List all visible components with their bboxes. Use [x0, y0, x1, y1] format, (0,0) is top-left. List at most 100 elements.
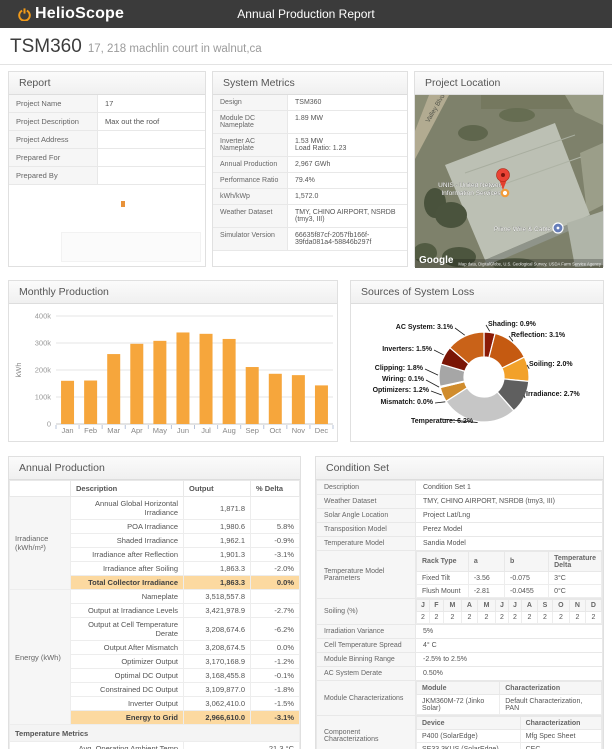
ap-output: 3,062,410.0: [183, 696, 251, 711]
field-label: Project Name: [9, 95, 98, 113]
cs-nested-header: Module: [415, 681, 501, 695]
bar-Jul: [199, 333, 213, 424]
cs-label: AC System Derate: [316, 666, 416, 681]
cs-label: Transposition Model: [316, 522, 416, 537]
svg-text:300k: 300k: [35, 339, 52, 348]
cs-row: Solar Angle Location Project Lat/Lng: [316, 508, 603, 523]
project-location-panel: Project Location Valley Blvd UNIS - Unit…: [414, 71, 604, 268]
ap-output: 1,962.1: [183, 533, 251, 548]
field-row: Performance Ratio 79.4%: [213, 172, 407, 189]
cs-row: Module Characterizations Module Characteri…: [316, 680, 603, 716]
map-marker1-label-line2: Information Services: [441, 190, 501, 197]
cs-nested-header: S: [536, 599, 553, 612]
cs-label: Module Binning Range: [316, 652, 416, 667]
cs-row: Irradiation Variance 5%: [316, 624, 603, 639]
svg-text:0: 0: [47, 420, 51, 429]
cs-nested-cell: 2: [476, 611, 497, 624]
ap-desc: Optimal DC Output: [70, 668, 184, 683]
project-location-title: Project Location: [415, 72, 603, 95]
cs-nested-cell: 2: [520, 611, 538, 624]
cs-nested-cell: Mfg Spec Sheet: [519, 729, 603, 743]
system-metrics-table: Design TSM360 Module DC Nameplate 1.89 MW In…: [213, 95, 407, 251]
cs-nested-cell: -0.0455: [503, 584, 550, 598]
field-row: Project Name 17: [9, 95, 205, 113]
summary-row: Report Project Name 17 Project Description…: [8, 71, 604, 268]
bar-Dec: [314, 385, 328, 424]
ap-col-header: Description: [70, 480, 184, 497]
condition-set-title: Condition Set: [316, 457, 603, 480]
cs-row: Soiling (%) J F M A M J J A S O N D 2 2 2 2 2 2 2 2 2 2 2 2: [316, 598, 603, 625]
bar-Aug: [222, 338, 236, 424]
cs-nested-header: A: [520, 599, 538, 612]
ap-output: 2,966,610.0: [183, 710, 251, 725]
field-row: Project Address: [9, 130, 205, 149]
field-label: Module DC Nameplate: [213, 110, 288, 134]
report-fields-table: Project Name 17 Project Description Max out…: [9, 95, 205, 185]
field-value: 17: [97, 95, 205, 113]
cs-value: Project Lat/Lng: [415, 508, 603, 523]
ap-desc: Inverter Output: [70, 696, 184, 711]
svg-text:Jun: Jun: [177, 426, 189, 435]
ap-delta: -0.9%: [250, 533, 300, 548]
field-row: Weather Dataset TMY, CHINO AIRPORT, NSRDB…: [213, 204, 407, 228]
loss-label-soiling: Soiling: 2.0%: [529, 361, 573, 368]
field-row: Prepared By: [9, 166, 205, 185]
loss-label-temperature: Temperature: 6.2%: [411, 418, 474, 425]
field-label: Prepared For: [9, 148, 98, 167]
ap-output: 3,421,978.9: [183, 603, 251, 618]
ap-output: 3,208,674.5: [183, 640, 251, 655]
ap-output: 3,170,168.9: [183, 654, 251, 669]
svg-text:Feb: Feb: [84, 426, 97, 435]
annual-production-panel: Annual Production Description Output% Del…: [8, 456, 301, 749]
svg-text:Dec: Dec: [315, 426, 329, 435]
cs-nested-header: D: [584, 599, 603, 612]
bar-Jun: [176, 332, 190, 424]
top-bar: HelioScope Annual Production Report: [0, 0, 612, 28]
map-attribution: Map data, DigitalGlobe, U.S. Geological …: [458, 262, 601, 267]
cs-row: Temperature Model Sandia Model: [316, 536, 603, 551]
loss-label-clipping: Clipping: 1.8%: [374, 365, 423, 372]
loss-label-reflection: Reflection: 3.1%: [511, 332, 566, 339]
system-loss-panel: Sources of System Loss Shading: 0.9% Refl…: [350, 280, 604, 442]
field-label: Annual Production: [213, 156, 288, 173]
ap-output: 3,168,455.8: [183, 668, 251, 683]
field-value: 1,572.0: [287, 188, 407, 205]
field-label: Weather Dataset: [213, 204, 288, 228]
map-marker1-label-line1: UNIS - United Network: [438, 182, 504, 189]
field-value: 1.53 MW Load Ratio: 1.23: [287, 133, 407, 157]
condition-set-table: Description Condition Set 1 Weather Datase…: [316, 480, 603, 749]
field-label: Project Description: [9, 112, 98, 131]
ap-delta: -1.2%: [250, 654, 300, 669]
ap-metric-desc: Avg. Operating Ambient Temp: [9, 741, 184, 749]
ap-desc: Constrained DC Output: [70, 682, 184, 697]
field-value: 1.89 MW: [287, 110, 407, 134]
ap-output: 3,109,877.0: [183, 682, 251, 697]
system-loss-chart: Shading: 0.9% Reflection: 3.1% Soiling: 2.…: [351, 304, 603, 442]
cs-nested-header: F: [428, 599, 444, 612]
ap-output: 1,863.3: [183, 561, 251, 576]
project-name: TSM360: [10, 36, 82, 57]
svg-text:Mar: Mar: [107, 426, 120, 435]
field-value: 66635f87cf-2057fb166f-39fda081a4-58846b2…: [287, 227, 407, 251]
cs-value: Sandia Model: [415, 536, 603, 551]
svg-text:Jan: Jan: [61, 426, 73, 435]
cs-row: Weather Dataset TMY, CHINO AIRPORT, NSRDB…: [316, 494, 603, 509]
cs-label: Description: [316, 480, 416, 495]
cs-value: 5%: [415, 624, 603, 639]
cs-row: Description Condition Set 1: [316, 480, 603, 495]
ap-desc: Total Collector Irradiance: [70, 575, 184, 590]
field-label: Project Address: [9, 130, 98, 149]
cs-label: Weather Dataset: [316, 494, 416, 509]
satellite-map[interactable]: Valley Blvd UNIS - United Network Inform…: [415, 95, 603, 268]
svg-text:Jul: Jul: [201, 426, 211, 435]
field-value: TMY, CHINO AIRPORT, NSRDB (tmy3, III): [287, 204, 407, 228]
cs-value: 0.50%: [415, 666, 603, 681]
svg-text:Nov: Nov: [292, 426, 306, 435]
cs-nested-cell: 2: [507, 611, 522, 624]
map-marker2[interactable]: [552, 222, 564, 234]
field-row: Prepared For: [9, 148, 205, 167]
annual-production-table: Description Output% Delta Irradiance (kWh/…: [9, 480, 300, 749]
field-label: Performance Ratio: [213, 172, 288, 189]
cs-nested-cell: 2: [495, 611, 509, 624]
map-project-marker[interactable]: [500, 188, 510, 198]
